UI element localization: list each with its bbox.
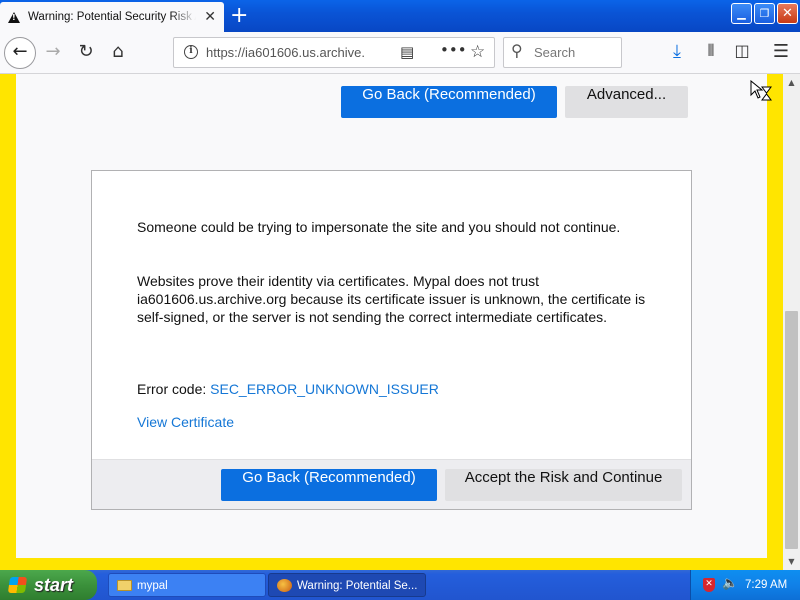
error-code-label: Error code:	[137, 381, 211, 397]
url-text[interactable]: https://ia601606.us.archive.org	[206, 45, 364, 60]
taskbar-item-label: mypal	[137, 580, 168, 592]
close-tab-icon[interactable]: ✕	[204, 9, 216, 25]
home-button[interactable]: ⌂	[107, 41, 129, 62]
menu-icon[interactable]: ☰	[771, 41, 791, 62]
url-bar[interactable]: i https://ia601606.us.archive.org ▤ ••• …	[173, 37, 495, 68]
start-button[interactable]: start	[0, 570, 97, 600]
reload-button[interactable]: ↻	[75, 41, 97, 62]
scroll-up-arrow[interactable]: ▲	[783, 74, 800, 91]
bookmark-star-icon[interactable]: ☆	[470, 42, 485, 62]
taskbar: start mypal Warning: Potential Se... ✕ 🔈…	[0, 570, 800, 600]
advanced-button[interactable]: Advanced...	[565, 86, 688, 118]
browser-icon	[277, 579, 292, 592]
windows-logo-icon	[7, 577, 28, 593]
volume-icon[interactable]: 🔈	[722, 576, 738, 591]
start-label: start	[34, 575, 74, 595]
taskbar-item-browser[interactable]: Warning: Potential Se...	[268, 573, 426, 597]
view-certificate-link[interactable]: View Certificate	[137, 413, 657, 431]
error-code-link[interactable]: SEC_ERROR_UNKNOWN_ISSUER	[210, 381, 439, 397]
page-actions-icon[interactable]: •••	[440, 41, 467, 59]
info-icon[interactable]: i	[184, 45, 198, 59]
new-tab-button[interactable]: +	[230, 3, 248, 28]
vertical-scrollbar[interactable]: ▲ ▼	[783, 74, 800, 570]
close-window-button[interactable]: ✕	[777, 3, 798, 24]
error-code-line: Error code: SEC_ERROR_UNKNOWN_ISSUER	[137, 380, 657, 398]
go-back-button[interactable]: Go Back (Recommended)	[221, 469, 437, 501]
go-back-button-top[interactable]: Go Back (Recommended)	[341, 86, 557, 118]
title-bar: Warning: Potential Security Risk Ahead ✕…	[0, 0, 800, 32]
forward-button[interactable]: →	[42, 41, 64, 62]
cursor-icon	[750, 80, 772, 101]
scroll-down-arrow[interactable]: ▼	[783, 553, 800, 570]
tab-security-warning[interactable]: Warning: Potential Security Risk Ahead ✕	[0, 2, 224, 32]
search-icon: ⚲	[511, 41, 523, 60]
impersonation-warning-text: Someone could be trying to impersonate t…	[137, 219, 621, 235]
warning-icon	[8, 11, 20, 23]
download-icon[interactable]: ⤓	[667, 41, 687, 62]
search-bar[interactable]: ⚲	[503, 37, 622, 68]
accept-risk-button[interactable]: Accept the Risk and Continue	[445, 469, 682, 501]
system-tray: ✕ 🔈 7:29 AM	[690, 570, 800, 600]
back-button[interactable]: ←	[4, 37, 36, 69]
clock[interactable]: 7:29 AM	[745, 570, 787, 600]
certificate-details-panel: Someone could be trying to impersonate t…	[91, 170, 692, 510]
taskbar-item-mypal-folder[interactable]: mypal	[108, 573, 266, 597]
reader-view-icon[interactable]: ▤	[400, 43, 414, 61]
navigation-toolbar: ← → ↻ ⌂ i https://ia601606.us.archive.or…	[0, 32, 800, 74]
sidebar-icon[interactable]: ◫	[732, 41, 752, 60]
taskbar-item-label: Warning: Potential Se...	[297, 580, 418, 592]
tab-title: Warning: Potential Security Risk Ahead	[28, 11, 196, 23]
library-icon[interactable]: ⫴	[700, 41, 722, 61]
folder-icon	[117, 580, 132, 591]
security-shield-icon[interactable]: ✕	[703, 578, 715, 592]
certificate-panel-footer: Go Back (Recommended) Accept the Risk an…	[92, 459, 691, 509]
scroll-thumb[interactable]	[785, 311, 798, 549]
minimize-button[interactable]: ▁	[731, 3, 752, 24]
search-input[interactable]	[534, 45, 616, 60]
certificate-explanation-text: Websites prove their identity via certif…	[137, 273, 646, 325]
restore-button[interactable]: ❐	[754, 3, 775, 24]
